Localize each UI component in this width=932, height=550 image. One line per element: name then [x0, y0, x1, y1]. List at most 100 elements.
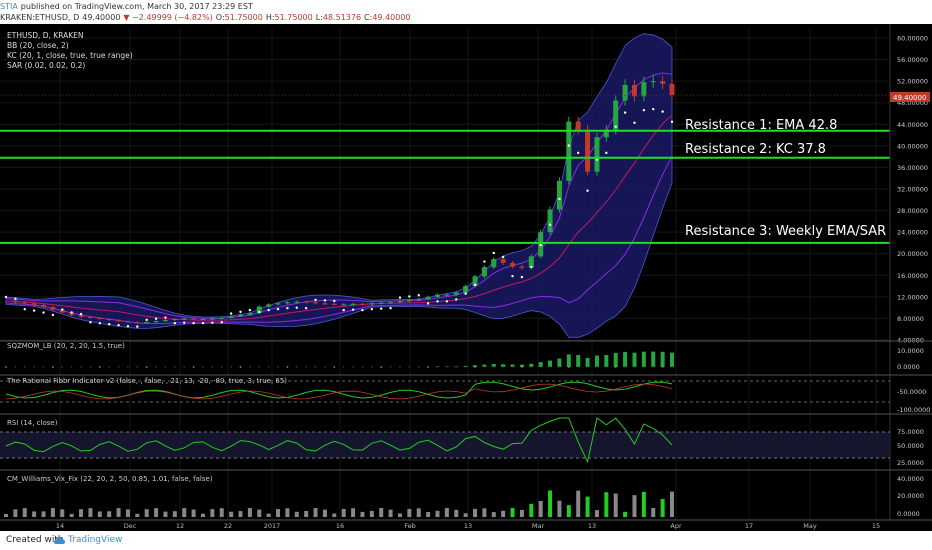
candle-body — [341, 304, 347, 306]
sar-dot — [107, 322, 111, 326]
legend-kc[interactable]: KC (20, 1, close, true, true range) — [7, 51, 133, 60]
pane-title-rsi[interactable]: RSI (14, close) — [7, 419, 58, 427]
vix-bar — [463, 513, 468, 517]
rsi-tick: 25.0000 — [897, 459, 924, 467]
sqz-bar — [651, 351, 656, 367]
sar-dot — [492, 251, 495, 255]
tradingview-brand[interactable]: TradingView — [68, 531, 122, 550]
sqz-dot — [14, 366, 17, 368]
candle-body — [116, 320, 122, 322]
sar-dot — [398, 296, 402, 299]
high-value: 51.75000 — [274, 13, 313, 22]
annotation-resistance-3: Resistance 3: Weekly EMA/SAR — [685, 224, 886, 239]
time-tick-label: 15 — [872, 522, 880, 530]
sar-dot — [511, 274, 514, 278]
pane-title-fisher[interactable]: The Rational Fibbr Indicator v2 (false, … — [6, 377, 287, 385]
sar-dot — [248, 308, 252, 312]
vix-bar — [435, 510, 440, 517]
candle-body — [22, 302, 28, 304]
candle-body — [575, 121, 581, 130]
candle-body — [12, 300, 18, 303]
vix-bar — [397, 513, 402, 517]
pane-title-vix[interactable]: CM_Williams_Vix_Fix (22, 20, 2, 50, 0.85… — [7, 475, 213, 483]
candle-body — [172, 318, 178, 321]
candle-body — [491, 259, 497, 268]
vix-bar — [229, 511, 234, 517]
vix-bar — [41, 511, 46, 517]
vix-bar — [13, 509, 18, 517]
bb-band-area — [5, 33, 673, 338]
vix-bar — [641, 491, 646, 517]
sqz-bar — [594, 355, 599, 367]
sar-dot — [211, 321, 214, 324]
sar-dot — [351, 308, 355, 311]
vix-bar — [670, 491, 674, 517]
vix-bar — [566, 505, 571, 517]
candle-body — [41, 304, 47, 308]
vix-bar — [200, 513, 205, 517]
annotation-resistance-1: Resistance 1: EMA 42.8 — [685, 118, 837, 133]
price-tick-label: 28.00000 — [897, 207, 928, 215]
sqz-dot — [436, 366, 439, 368]
vix-bar — [238, 511, 243, 517]
price-tick-label: 56.00000 — [897, 56, 928, 64]
candle-body — [622, 84, 628, 101]
candle-body — [275, 303, 281, 305]
sar-dot — [370, 307, 374, 311]
sar-dot — [408, 295, 411, 298]
price-tick-label: 20.00000 — [897, 250, 928, 258]
candle-body — [153, 321, 159, 323]
sqz-dot — [652, 366, 655, 368]
candle-body — [556, 180, 562, 210]
time-tick-label: 13 — [588, 522, 596, 530]
sqz-dot — [333, 366, 336, 368]
annotation-resistance-2: Resistance 2: KC 37.8 — [685, 142, 826, 157]
sqz-dot — [89, 366, 92, 368]
sqz-dot — [483, 366, 486, 368]
sar-dot — [192, 322, 195, 325]
sar-dot — [61, 308, 64, 311]
sar-dot — [576, 151, 580, 155]
vix-bar — [482, 508, 487, 517]
sar-dot — [239, 310, 242, 314]
price-change: ▼ −2.49999 (−4.82%) — [123, 13, 213, 22]
sqz-bar — [557, 358, 562, 367]
legend-bb[interactable]: BB (20, close, 2) — [7, 41, 69, 50]
sar-dot — [426, 302, 430, 305]
vix-bar — [285, 508, 290, 517]
sqz-dot — [464, 366, 467, 368]
sar-dot — [445, 300, 449, 303]
candle-body — [359, 303, 365, 305]
sqz-bar — [566, 354, 571, 367]
sqz-dot — [324, 366, 326, 368]
sqz-dot — [408, 366, 411, 368]
candle-body — [200, 318, 206, 320]
sar-dot — [595, 158, 599, 161]
vix-bar — [276, 509, 281, 517]
vix-bar — [444, 508, 449, 517]
sqz-bar — [623, 351, 628, 367]
sar-dot — [520, 275, 524, 279]
vix-bar — [79, 509, 84, 517]
candle-body — [510, 262, 516, 267]
pane-title-sqz[interactable]: SQZMOM_LB (20, 2, 20, 1.5, true) — [7, 342, 125, 350]
time-axis[interactable]: 14 Dec 12 22 2017 16 Feb 13 Mar 13 Apr 17 May 15 — [0, 520, 932, 531]
legend-title[interactable]: ETHUSD, D, KRAKEN — [7, 31, 84, 40]
candle-body — [228, 316, 234, 318]
vix-bar — [125, 509, 130, 517]
candle-body — [613, 100, 619, 130]
publisher-name[interactable]: STIA — [0, 2, 18, 11]
sqz-dot — [671, 366, 673, 368]
sqz-dot — [33, 366, 36, 368]
sqz-dot — [399, 366, 401, 368]
open-label: O: — [215, 13, 225, 22]
chart-canvas[interactable]: 4.000008.0000012.0000016.0000020.0000024… — [0, 24, 932, 531]
sar-dot — [567, 144, 571, 147]
candle-body — [50, 307, 56, 310]
candle-body — [650, 81, 656, 83]
vix-bar — [360, 511, 365, 517]
legend-sar[interactable]: SAR (0.02, 0.02, 0.2) — [7, 61, 85, 70]
candle-body — [238, 314, 244, 317]
sqz-dot — [445, 366, 448, 368]
vix-bar — [313, 508, 318, 517]
